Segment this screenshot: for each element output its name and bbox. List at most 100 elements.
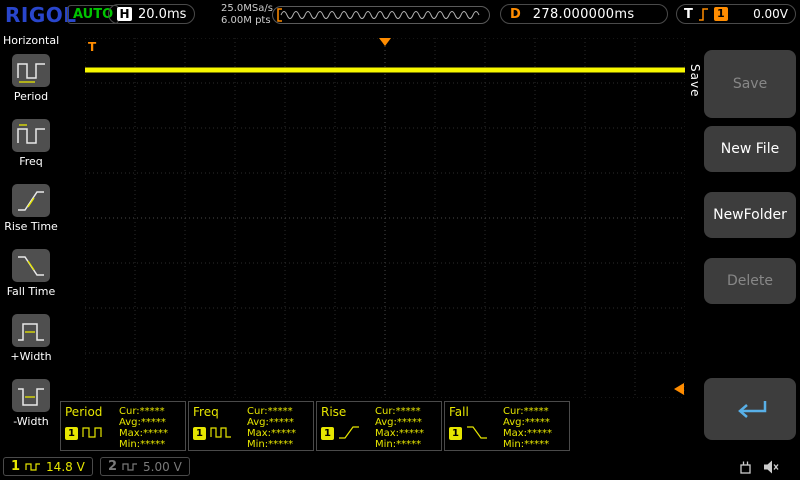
- fall-time-icon: [12, 249, 50, 282]
- bottom-bar: 1 14.8 V 2 5.00 V: [0, 455, 800, 480]
- menu-item-label: -Width: [13, 415, 48, 428]
- measurement-cur: Cur:*****: [375, 406, 437, 417]
- delay-label: D: [510, 7, 521, 22]
- top-bar: RIGOL AUTO H 20.0ms 25.0MSa/s 6.00M pts …: [0, 0, 800, 30]
- measurement-panel-period[interactable]: Period 1 Cur:***** Avg:***** Max:***** M…: [60, 401, 186, 451]
- measurement-avg: Avg:*****: [119, 417, 181, 428]
- measurement-max: Max:*****: [375, 428, 437, 439]
- grid-lines: [85, 38, 685, 398]
- measurement-panel-fall[interactable]: Fall 1 Cur:***** Avg:***** Max:***** Min…: [444, 401, 570, 451]
- measurement-panel-rise[interactable]: Rise 1 Cur:***** Avg:***** Max:***** Min…: [316, 401, 442, 451]
- measurement-min: Min:*****: [503, 439, 565, 450]
- menu-item-fall-time[interactable]: Fall Time: [0, 244, 62, 309]
- menu-item-plus-width[interactable]: +Width: [0, 309, 62, 374]
- graticule: T: [85, 38, 685, 398]
- measurement-max: Max:*****: [247, 428, 309, 439]
- channel1-number: 1: [11, 459, 20, 474]
- h-badge: H: [117, 7, 132, 21]
- trigger-position-marker[interactable]: [379, 38, 391, 46]
- freq-icon: [12, 119, 50, 152]
- menu-item-rise-time[interactable]: Rise Time: [0, 179, 62, 244]
- graticule-grid: T: [85, 38, 685, 398]
- minus-width-icon: [12, 379, 50, 412]
- menu-item-freq[interactable]: Freq: [0, 114, 62, 179]
- measurement-title: Rise: [321, 405, 375, 419]
- memory-waveform-line: [281, 12, 479, 19]
- measurement-cur: Cur:*****: [119, 406, 181, 417]
- channel2-coupling-icon: [122, 462, 138, 472]
- rigol-logo: RIGOL: [5, 3, 77, 27]
- timebase-value: 20.0ms: [138, 7, 186, 22]
- trigger-edge-icon: [698, 7, 709, 22]
- trigger-level-marker[interactable]: [674, 383, 684, 395]
- delay-value: 278.000000ms: [533, 7, 635, 22]
- left-menu-title: Horizontal: [0, 30, 62, 49]
- delay-group: D 278.000000ms: [500, 4, 668, 24]
- measurement-values: Cur:***** Avg:***** Max:***** Min:*****: [375, 405, 437, 447]
- channel2-number: 2: [108, 459, 117, 474]
- memory-waveform-icon: [273, 7, 489, 23]
- left-menu: Horizontal Period Freq: [0, 30, 62, 455]
- period-glyph-icon: [81, 424, 105, 440]
- measurement-title: Period: [65, 405, 119, 419]
- menu-item-label: Fall Time: [7, 285, 56, 298]
- trigger-level-value: 0.00V: [753, 7, 788, 21]
- channel-badge: 1: [449, 427, 462, 440]
- rise-glyph-icon: [337, 424, 361, 440]
- measurement-panels: Period 1 Cur:***** Avg:***** Max:***** M…: [60, 401, 570, 451]
- trigger-channel-badge: 1: [714, 7, 728, 21]
- measurement-avg: Avg:*****: [503, 417, 565, 428]
- usb-icon: [737, 459, 754, 476]
- measurement-avg: Avg:*****: [247, 417, 309, 428]
- menu-item-label: Period: [14, 90, 48, 103]
- period-icon: [12, 54, 50, 87]
- save-button[interactable]: Save: [704, 50, 796, 118]
- right-menu: Save New File NewFolder Delete: [700, 30, 800, 455]
- menu-item-label: Rise Time: [4, 220, 58, 233]
- menu-item-period[interactable]: Period: [0, 49, 62, 114]
- menu-item-minus-width[interactable]: -Width: [0, 374, 62, 439]
- menu-item-label: Freq: [19, 155, 43, 168]
- measurement-min: Min:*****: [119, 439, 181, 450]
- channel1-status[interactable]: 1 14.8 V: [3, 457, 93, 476]
- measurement-panel-freq[interactable]: Freq 1 Cur:***** Avg:***** Max:***** Min…: [188, 401, 314, 451]
- channel-badge: 1: [193, 427, 206, 440]
- channel1-coupling-icon: [25, 462, 41, 472]
- measurement-cur: Cur:*****: [503, 406, 565, 417]
- new-file-button[interactable]: New File: [704, 126, 796, 172]
- channel2-scale: 5.00 V: [143, 460, 182, 474]
- memory-depth: 6.00M pts: [221, 15, 273, 27]
- delete-button[interactable]: Delete: [704, 258, 796, 304]
- oscilloscope-screen: RIGOL AUTO H 20.0ms 25.0MSa/s 6.00M pts …: [0, 0, 800, 480]
- horizontal-timebase-group: H 20.0ms: [108, 4, 195, 24]
- channel-badge: 1: [321, 427, 334, 440]
- speaker-mute-icon[interactable]: [762, 458, 780, 476]
- measurement-avg: Avg:*****: [375, 417, 437, 428]
- measurement-cur: Cur:*****: [247, 406, 309, 417]
- measurement-min: Min:*****: [247, 439, 309, 450]
- trigger-offscreen-marker: T: [88, 40, 97, 54]
- menu-item-label: +Width: [10, 350, 51, 363]
- freq-glyph-icon: [209, 424, 233, 440]
- measurement-title: Fall: [449, 405, 503, 419]
- acquisition-info: 25.0MSa/s 6.00M pts: [221, 3, 273, 27]
- measurement-values: Cur:***** Avg:***** Max:***** Min:*****: [503, 405, 565, 447]
- measurement-title: Freq: [193, 405, 247, 419]
- measurement-min: Min:*****: [375, 439, 437, 450]
- new-folder-button[interactable]: NewFolder: [704, 192, 796, 238]
- measurement-max: Max:*****: [503, 428, 565, 439]
- back-button[interactable]: [704, 378, 796, 440]
- memory-position-preview: [272, 6, 490, 24]
- measurement-values: Cur:***** Avg:***** Max:***** Min:*****: [119, 405, 181, 447]
- channel1-scale: 14.8 V: [46, 460, 85, 474]
- return-arrow-icon: [729, 397, 771, 421]
- channel2-status[interactable]: 2 5.00 V: [100, 457, 190, 476]
- plus-width-icon: [12, 314, 50, 347]
- measurement-values: Cur:***** Avg:***** Max:***** Min:*****: [247, 405, 309, 447]
- measurement-max: Max:*****: [119, 428, 181, 439]
- trigger-label: T: [684, 7, 693, 22]
- channel-badge: 1: [65, 427, 78, 440]
- trigger-group: T 1 0.00V: [676, 4, 796, 24]
- fall-glyph-icon: [465, 424, 489, 440]
- sample-rate: 25.0MSa/s: [221, 3, 273, 15]
